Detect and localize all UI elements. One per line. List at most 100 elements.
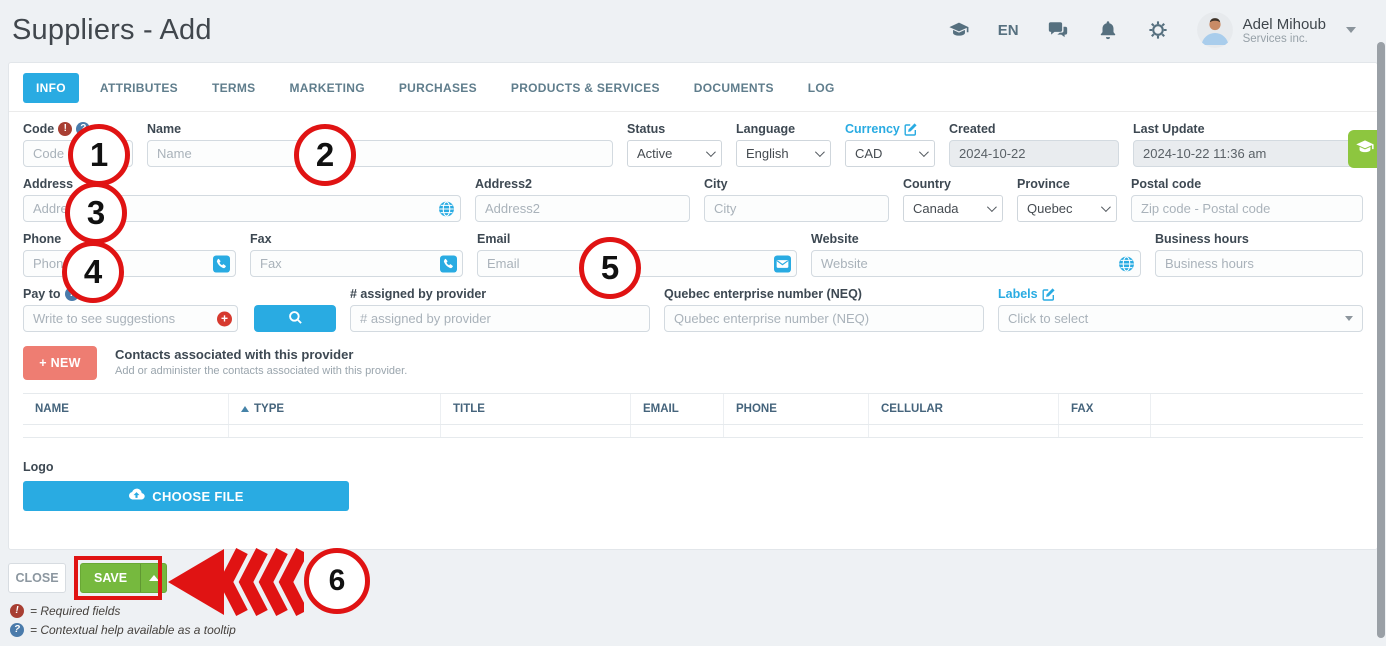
postal-code-label: Postal code — [1131, 177, 1363, 191]
caret-up-icon — [149, 575, 159, 581]
add-plus-icon[interactable]: + — [217, 311, 232, 326]
column-header-name[interactable]: NAME — [23, 394, 229, 424]
pay-to-input[interactable] — [23, 305, 238, 332]
close-button[interactable]: CLOSE — [8, 563, 66, 593]
contacts-table-header: NAME TYPE TITLE EMAIL PHONE CELLULAR FAX — [23, 394, 1363, 425]
academy-graduation-cap-icon[interactable] — [948, 19, 970, 41]
website-label: Website — [811, 232, 1141, 246]
user-name: Adel Mihoub — [1243, 16, 1326, 33]
code-input[interactable] — [23, 140, 133, 167]
tab-documents[interactable]: DOCUMENTS — [681, 73, 787, 103]
pay-to-label: Pay to ? — [23, 287, 336, 301]
business-hours-field: Business hours — [1155, 232, 1363, 277]
created-field: Created 2024-10-22 — [949, 122, 1119, 167]
search-icon — [288, 310, 303, 328]
settings-gear-icon[interactable] — [1147, 19, 1169, 41]
name-label: Name — [147, 122, 613, 136]
name-field: Name — [147, 122, 613, 167]
fax-input[interactable] — [250, 250, 463, 277]
envelope-icon — [774, 255, 791, 272]
user-menu[interactable]: Adel Mihoub Services inc. — [1197, 12, 1356, 48]
contacts-section-subtitle: Add or administer the contacts associate… — [115, 365, 407, 377]
currency-link[interactable]: Currency — [845, 122, 900, 136]
save-split-button[interactable]: SAVE — [80, 563, 167, 593]
city-field: City — [704, 177, 889, 222]
business-hours-label: Business hours — [1155, 232, 1363, 246]
column-header-email[interactable]: EMAIL — [631, 394, 724, 424]
column-header-title[interactable]: TITLE — [441, 394, 631, 424]
user-menu-caret-icon[interactable] — [1346, 27, 1356, 33]
chat-messages-icon[interactable] — [1047, 19, 1069, 41]
city-label: City — [704, 177, 889, 191]
email-input[interactable] — [477, 250, 797, 277]
column-header-fax[interactable]: FAX — [1059, 394, 1151, 424]
tab-info[interactable]: INFO — [23, 73, 79, 103]
tab-products-services[interactable]: PRODUCTS & SERVICES — [498, 73, 673, 103]
name-input[interactable] — [147, 140, 613, 167]
vertical-scrollbar[interactable] — [1377, 42, 1385, 638]
last-update-value: 2024-10-22 11:36 am — [1133, 140, 1363, 167]
city-input[interactable] — [704, 195, 889, 222]
address2-input[interactable] — [475, 195, 690, 222]
annotation-circle-6: 6 — [304, 548, 370, 614]
neq-input[interactable] — [664, 305, 984, 332]
language-label: Language — [736, 122, 831, 136]
labels-multiselect[interactable]: Click to select — [998, 305, 1363, 332]
contacts-section-title: Contacts associated with this provider — [115, 346, 407, 362]
phone-input[interactable] — [23, 250, 236, 277]
help-icon[interactable]: ? — [65, 287, 79, 301]
status-label: Status — [627, 122, 722, 136]
currency-field: Currency CAD — [845, 122, 935, 167]
country-select[interactable]: Canada — [903, 195, 1003, 222]
tab-attributes[interactable]: ATTRIBUTES — [87, 73, 191, 103]
address2-label: Address2 — [475, 177, 690, 191]
language-select[interactable]: English — [736, 140, 831, 167]
province-select[interactable]: Quebec — [1017, 195, 1117, 222]
column-header-phone[interactable]: PHONE — [724, 394, 869, 424]
contacts-table: NAME TYPE TITLE EMAIL PHONE CELLULAR FAX — [23, 393, 1363, 438]
logo-label: Logo — [23, 460, 1363, 474]
labels-field: Labels Click to select — [998, 287, 1363, 332]
tab-log[interactable]: LOG — [795, 73, 848, 103]
help-icon: ? — [10, 623, 24, 637]
status-field: Status Active — [627, 122, 722, 167]
graduation-cap-icon — [1355, 137, 1375, 162]
help-icon[interactable]: ? — [76, 122, 90, 136]
country-label: Country — [903, 177, 1003, 191]
created-label: Created — [949, 122, 1119, 136]
new-contact-button[interactable]: + NEW — [23, 346, 97, 380]
phone-field: Phone — [23, 232, 236, 277]
status-select[interactable]: Active — [627, 140, 722, 167]
tab-terms[interactable]: TERMS — [199, 73, 269, 103]
column-header-cellular[interactable]: CELLULAR — [869, 394, 1059, 424]
website-input[interactable] — [811, 250, 1141, 277]
save-button[interactable]: SAVE — [81, 564, 140, 592]
postal-code-input[interactable] — [1131, 195, 1363, 222]
labels-label: Labels — [998, 287, 1363, 301]
choose-file-button[interactable]: CHOOSE FILE — [23, 481, 349, 511]
postal-code-field: Postal code — [1131, 177, 1363, 222]
country-field: Country Canada — [903, 177, 1003, 222]
save-options-caret[interactable] — [140, 564, 166, 592]
notifications-bell-icon[interactable] — [1097, 19, 1119, 41]
edit-icon[interactable] — [1042, 287, 1056, 301]
assigned-number-input[interactable] — [350, 305, 650, 332]
top-header: Suppliers - Add EN Adel Mihoub Services … — [0, 0, 1386, 60]
currency-select[interactable]: CAD — [845, 140, 935, 167]
language-switcher[interactable]: EN — [998, 22, 1019, 39]
created-value: 2024-10-22 — [949, 140, 1119, 167]
address-input[interactable] — [23, 195, 461, 222]
select-chevron-icon — [1101, 202, 1111, 212]
province-field: Province Quebec — [1017, 177, 1117, 222]
labels-link[interactable]: Labels — [998, 287, 1038, 301]
language-field: Language English — [736, 122, 831, 167]
search-button[interactable] — [254, 305, 336, 332]
edit-icon[interactable] — [904, 122, 918, 136]
tab-purchases[interactable]: PURCHASES — [386, 73, 490, 103]
business-hours-input[interactable] — [1155, 250, 1363, 277]
footer-legend: ! = Required fields ? = Contextual help … — [10, 604, 236, 642]
tab-marketing[interactable]: MARKETING — [276, 73, 377, 103]
dropdown-caret-icon — [1345, 316, 1353, 321]
column-header-type[interactable]: TYPE — [229, 394, 441, 424]
globe-icon — [1118, 255, 1135, 272]
